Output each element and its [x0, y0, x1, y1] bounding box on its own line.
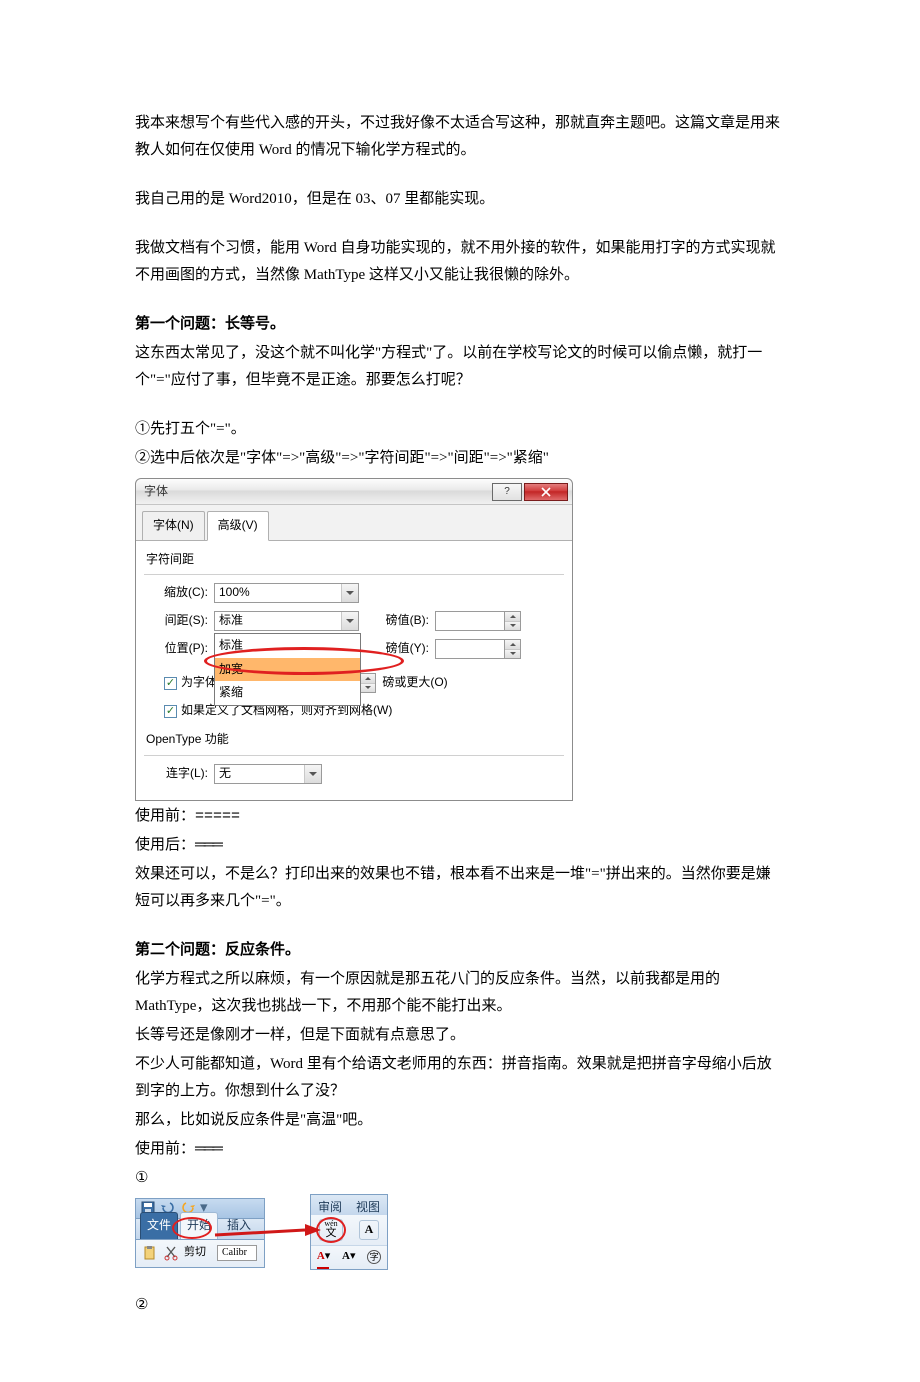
q2-step-2: ②	[135, 1292, 785, 1319]
highlight-icon[interactable]: A▾	[342, 1247, 355, 1267]
spacing-value: 标准	[215, 610, 341, 632]
char-border-button[interactable]: A	[359, 1220, 379, 1240]
close-button[interactable]	[524, 483, 568, 501]
kerning-spinner[interactable]	[360, 673, 376, 693]
option-expanded[interactable]: 加宽	[215, 658, 360, 682]
q2-text-1: 化学方程式之所以麻烦，有一个原因就是那五花八门的反应条件。当然，以前我都是用的M…	[135, 966, 785, 1020]
ribbon-tab-insert[interactable]: 插入	[220, 1212, 258, 1239]
label-spacing: 间距(S):	[144, 610, 214, 632]
font-name-box[interactable]: Calibr	[217, 1245, 257, 1261]
close-icon	[541, 487, 551, 497]
help-button[interactable]: ?	[492, 483, 522, 501]
tab-advanced[interactable]: 高级(V)	[207, 511, 269, 541]
ribbon-tab-file[interactable]: 文件	[140, 1212, 178, 1239]
chevron-down-icon	[341, 612, 358, 630]
chevron-down-icon	[341, 584, 358, 602]
dialog-titlebar: 字体 ?	[136, 479, 572, 505]
q2-text-3: 不少人可能都知道，Word 里有个给语文老师用的东西：拼音指南。效果就是把拼音字…	[135, 1051, 785, 1105]
enclose-char-icon[interactable]: 字	[367, 1250, 381, 1264]
intro-para-2: 我自己用的是 Word2010，但是在 03、07 里都能实现。	[135, 186, 785, 213]
chevron-down-icon	[304, 765, 321, 783]
ribbon-figure: ▾ 文件 开始 插入 剪切 Calibr 审阅 视图 wén	[135, 1194, 395, 1274]
ribbon-tab-home[interactable]: 开始	[180, 1212, 218, 1239]
q1-after-text: 效果还可以，不是么？打印出来的效果也不错，根本看不出来是一堆"="拼出来的。当然…	[135, 861, 785, 915]
scale-dropdown[interactable]: 100%	[214, 583, 359, 603]
ribbon-tab-review[interactable]: 审阅	[311, 1195, 349, 1215]
label-point-b: 磅值(B):	[375, 610, 435, 632]
cut-icon	[163, 1245, 179, 1261]
group-char-spacing: 字符间距	[146, 549, 564, 571]
spacing-options-list[interactable]: 标准 加宽 紧缩	[214, 633, 361, 706]
intro-para-3: 我做文档有个习惯，能用 Word 自身功能实现的，就不用外接的软件，如果能用打字…	[135, 235, 785, 289]
scale-value: 100%	[215, 582, 341, 604]
label-point-y: 磅值(Y):	[375, 638, 435, 660]
q1-before: 使用前：=====	[135, 803, 785, 830]
kerning-suffix: 磅或更大(O)	[382, 672, 447, 694]
dialog-title: 字体	[144, 481, 490, 503]
question-1-text: 这东西太常见了，没这个就不叫化学"方程式"了。以前在学校写论文的时候可以偷点懒，…	[135, 340, 785, 394]
q1-step-1: ①先打五个"="。	[135, 416, 785, 443]
label-ligature: 连字(L):	[144, 763, 214, 785]
q2-text-4: 那么，比如说反应条件是"高温"吧。	[135, 1107, 785, 1134]
question-2-title: 第二个问题：反应条件。	[135, 937, 785, 964]
phonetic-guide-button[interactable]: wén 文	[319, 1219, 343, 1241]
ligature-value: 无	[215, 763, 304, 785]
cut-label: 剪切	[184, 1243, 206, 1263]
ribbon-tab-view[interactable]: 视图	[349, 1195, 387, 1215]
point-b-spinner[interactable]	[505, 611, 521, 631]
tab-font[interactable]: 字体(N)	[142, 511, 205, 541]
kerning-checkbox[interactable]: ✓	[164, 677, 177, 690]
font-color-icon[interactable]: A▾	[317, 1247, 330, 1267]
font-dialog: 字体 ? 字体(N) 高级(V) 字符间距 缩放(C): 100%	[135, 478, 573, 801]
q2-before: 使用前：═══	[135, 1136, 785, 1163]
intro-para-1: 我本来想写个有些代入感的开头，不过我好像不太适合写这种，那就直奔主题吧。这篇文章…	[135, 110, 785, 164]
q2-step-1: ①	[135, 1165, 785, 1192]
q1-step-2: ②选中后依次是"字体"=>"高级"=>"字符间距"=>"间距"=>"紧缩"	[135, 445, 785, 472]
group-opentype: OpenType 功能	[146, 729, 564, 751]
q2-text-2: 长等号还是像刚才一样，但是下面就有点意思了。	[135, 1022, 785, 1049]
spacing-dropdown[interactable]: 标准	[214, 611, 359, 631]
ligature-dropdown[interactable]: 无	[214, 764, 322, 784]
question-1-title: 第一个问题：长等号。	[135, 311, 785, 338]
point-y-field[interactable]	[435, 639, 505, 659]
option-standard[interactable]: 标准	[215, 634, 360, 658]
paste-icon	[142, 1245, 158, 1261]
label-scale: 缩放(C):	[144, 582, 214, 604]
option-condensed[interactable]: 紧缩	[215, 681, 360, 705]
point-y-spinner[interactable]	[505, 639, 521, 659]
point-b-field[interactable]	[435, 611, 505, 631]
label-position: 位置(P):	[144, 638, 214, 660]
q1-after: 使用后：═══	[135, 832, 785, 859]
grid-checkbox[interactable]: ✓	[164, 705, 177, 718]
ribbon-right-panel: 审阅 视图 wén 文 A A▾ A▾ 字	[310, 1194, 388, 1270]
